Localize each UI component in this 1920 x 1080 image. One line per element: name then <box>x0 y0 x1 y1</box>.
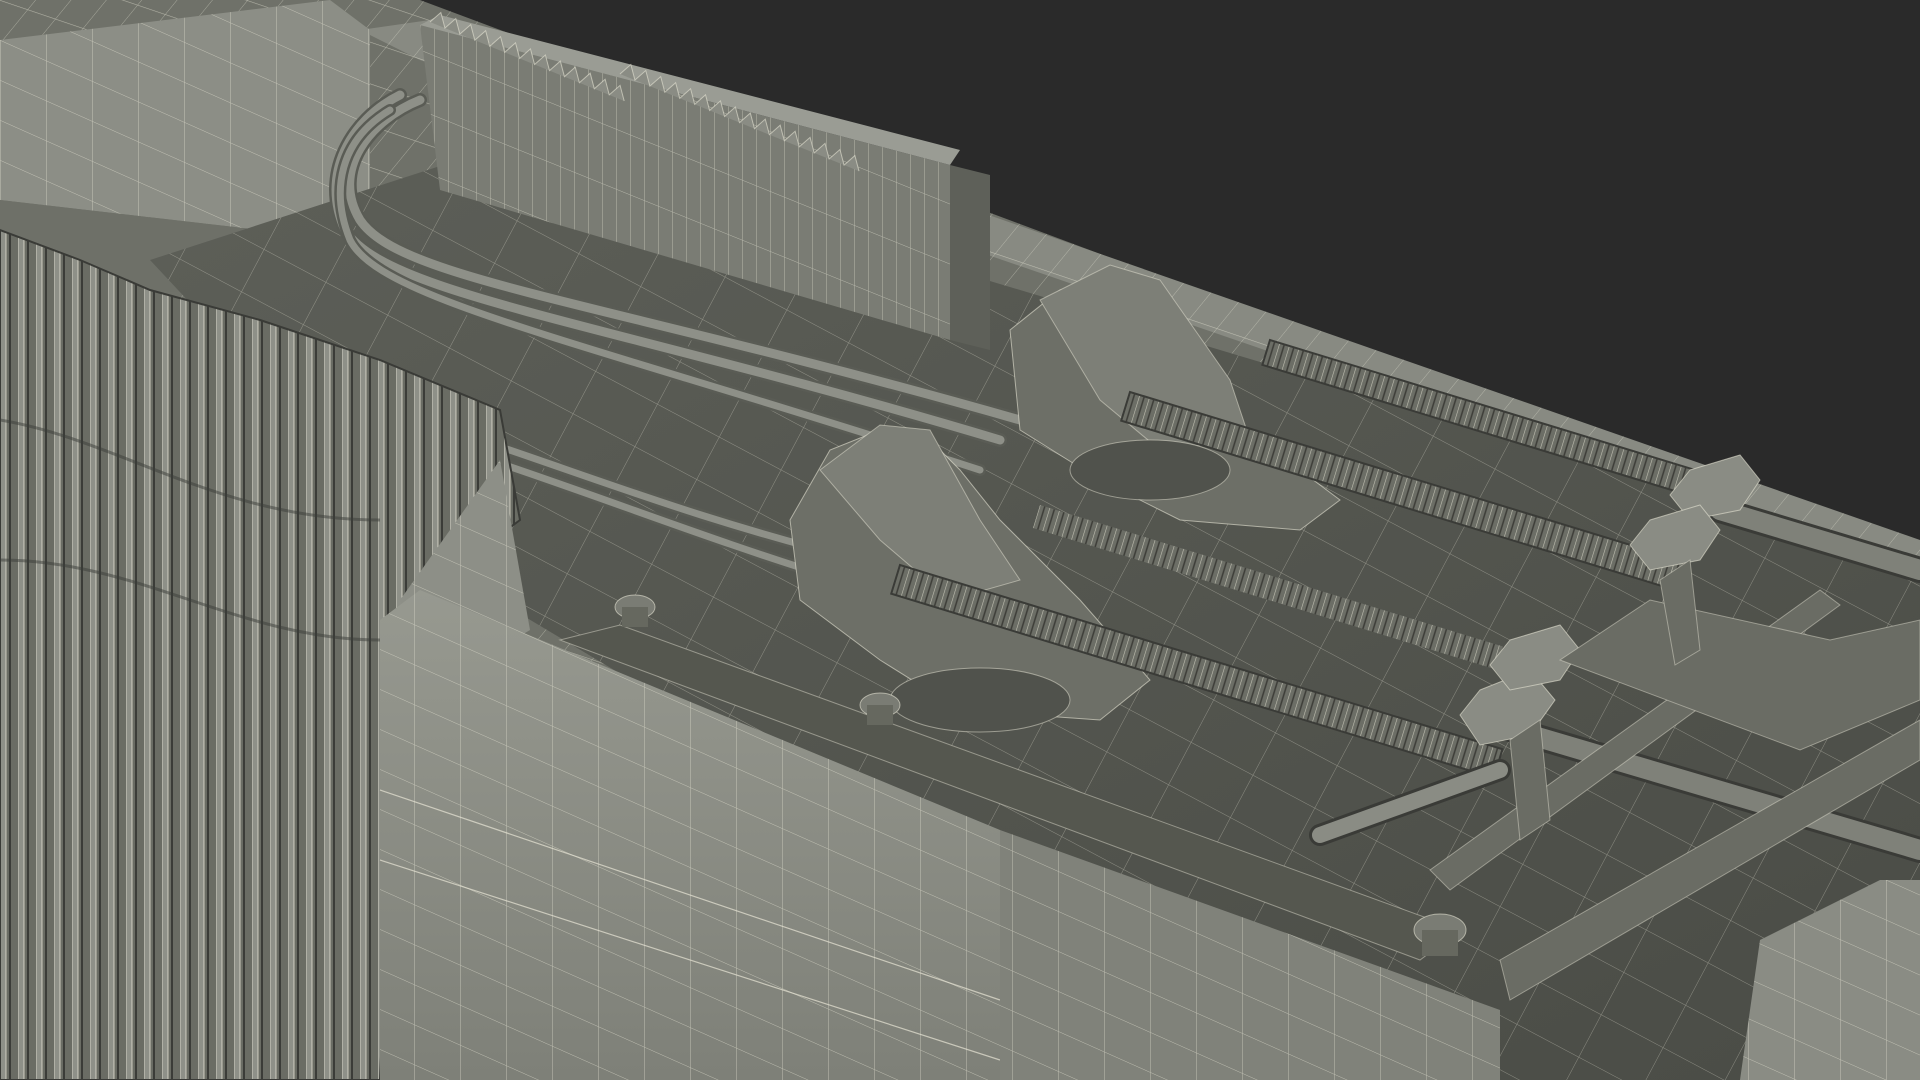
wireframe-render-canvas <box>0 0 1920 1080</box>
